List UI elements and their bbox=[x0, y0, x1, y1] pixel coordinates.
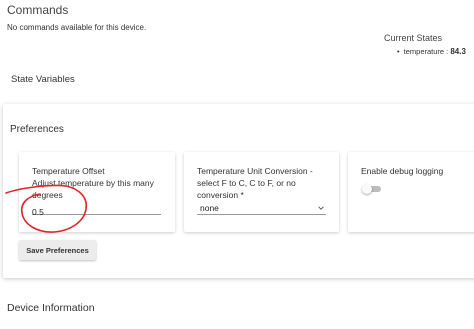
preferences-heading: Preferences bbox=[10, 124, 64, 135]
bullet-icon: • bbox=[397, 47, 400, 56]
state-item-temperature: • temperature : 84.3 bbox=[397, 47, 466, 56]
save-preferences-button[interactable]: Save Preferences bbox=[19, 240, 96, 260]
debug-logging-toggle[interactable] bbox=[362, 184, 382, 194]
debug-logging-label: Enable debug logging bbox=[361, 166, 444, 176]
toggle-knob bbox=[362, 184, 372, 194]
unit-conversion-select[interactable]: none bbox=[197, 202, 326, 215]
device-page: Commands No commands available for this … bbox=[0, 0, 474, 329]
state-name: temperature bbox=[403, 47, 445, 56]
unit-conversion-label-line3: conversion * bbox=[197, 190, 244, 200]
chevron-down-icon bbox=[318, 206, 324, 210]
current-states-heading: Current States bbox=[384, 33, 443, 43]
temperature-offset-desc-line1: Adjust temperature by this many bbox=[32, 178, 154, 188]
temperature-offset-desc-line2: degrees bbox=[32, 190, 63, 200]
state-value: 84.3 bbox=[450, 47, 466, 56]
unit-conversion-label-line2: select F to C, C to F, or no bbox=[197, 178, 296, 188]
temperature-offset-input[interactable] bbox=[32, 206, 161, 218]
commands-heading: Commands bbox=[7, 3, 69, 17]
commands-empty-note: No commands available for this device. bbox=[7, 23, 147, 32]
unit-conversion-label-line1: Temperature Unit Conversion - bbox=[197, 166, 313, 176]
device-information-heading: Device Information bbox=[7, 302, 95, 314]
unit-conversion-selected-value: none bbox=[200, 203, 219, 213]
temperature-offset-label: Temperature Offset bbox=[32, 166, 105, 176]
temperature-offset-field bbox=[32, 202, 161, 218]
state-variables-heading: State Variables bbox=[11, 74, 75, 85]
